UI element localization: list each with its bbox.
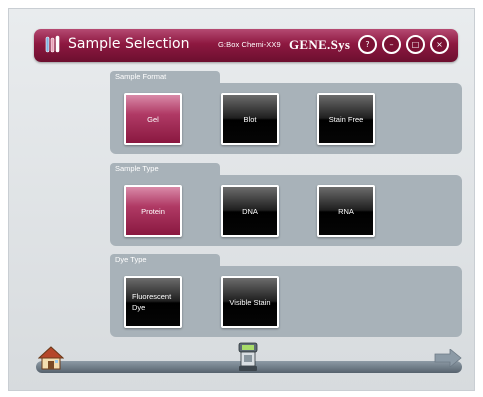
close-button[interactable]: ×: [430, 35, 449, 54]
fluorescent-dye-button[interactable]: Fluorescent Dye: [124, 276, 182, 328]
help-button[interactable]: ?: [358, 35, 377, 54]
home-icon[interactable]: [38, 346, 64, 370]
brand-logo: GENE.Sys: [289, 37, 351, 52]
test-tubes-icon: [45, 35, 60, 53]
maximize-button[interactable]: □: [406, 35, 425, 54]
blot-button[interactable]: Blot: [221, 93, 279, 145]
rna-button[interactable]: RNA: [317, 185, 375, 237]
gel-button[interactable]: Gel: [124, 93, 182, 145]
sample-type-group: Sample Type Protein DNA RNA: [110, 163, 462, 246]
sample-format-group: Sample Format Gel Blot Stain Free: [110, 71, 462, 154]
dye-type-group: Dye Type Fluorescent Dye Visible Stain: [110, 254, 462, 337]
window-title: Sample Selection: [68, 36, 190, 52]
minimize-button[interactable]: –: [382, 35, 401, 54]
title-bar: Sample Selection G:Box Chemi-XX9 GENE.Sy…: [34, 29, 458, 62]
next-arrow-icon[interactable]: [434, 349, 462, 367]
stain-free-button[interactable]: Stain Free: [317, 93, 375, 145]
dye-type-label: Dye Type: [115, 255, 147, 264]
device-icon: [238, 342, 258, 371]
protein-button[interactable]: Protein: [124, 185, 182, 237]
sample-type-label: Sample Type: [115, 164, 159, 173]
dna-button[interactable]: DNA: [221, 185, 279, 237]
visible-stain-button[interactable]: Visible Stain: [221, 276, 279, 328]
device-name: G:Box Chemi-XX9: [218, 40, 281, 49]
sample-format-label: Sample Format: [115, 72, 167, 81]
